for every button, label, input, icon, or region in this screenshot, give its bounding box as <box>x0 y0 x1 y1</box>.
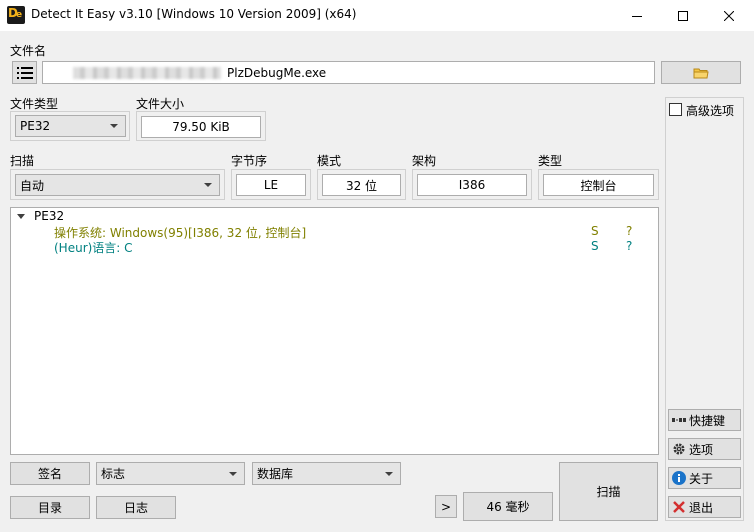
shortcuts-button[interactable]: 快捷键 <box>668 409 741 431</box>
app-logo: De <box>7 6 25 24</box>
result-row-os-info[interactable]: ? <box>626 224 632 238</box>
chevron-down-icon <box>110 124 118 128</box>
arch-field: I386 <box>417 174 527 196</box>
options-button[interactable]: 选项 <box>668 438 741 460</box>
file-path-input[interactable]: PlzDebugMe.exe <box>42 61 655 84</box>
scan-mode-value: 自动 <box>20 178 45 193</box>
shortcuts-label: 快捷键 <box>689 413 726 428</box>
title-bar: De Detect It Easy v3.10 [Windows 10 Vers… <box>0 0 754 31</box>
about-button[interactable]: 关于 <box>668 467 741 489</box>
chevron-down-icon <box>229 471 237 476</box>
advanced-label: 高级选项 <box>686 104 735 118</box>
file-size-field: 79.50 KiB <box>141 116 261 138</box>
file-path-text: PlzDebugMe.exe <box>227 65 327 80</box>
close-button[interactable] <box>706 0 752 31</box>
mode-label: 模式 <box>317 154 342 168</box>
minimize-icon <box>632 15 642 17</box>
info-icon <box>672 471 686 485</box>
tree-root-label: PE32 <box>34 209 65 223</box>
flags-select[interactable]: 标志 <box>96 462 245 485</box>
arch-label: 架构 <box>412 154 437 168</box>
mode-field: 32 位 <box>322 174 401 196</box>
scan-label: 扫描 <box>10 154 35 168</box>
type-label: 类型 <box>538 154 563 168</box>
expand-arrow-icon[interactable] <box>17 213 25 219</box>
recent-files-button[interactable] <box>12 61 37 84</box>
tree-root-item[interactable]: PE32 <box>17 209 64 223</box>
chevron-down-icon <box>204 183 212 187</box>
result-row-lang-flag[interactable]: S <box>591 239 599 253</box>
file-type-value: PE32 <box>20 119 51 133</box>
exit-label: 退出 <box>689 500 714 515</box>
more-button[interactable]: > <box>435 495 457 518</box>
exit-button[interactable]: 退出 <box>668 496 741 518</box>
scan-mode-select[interactable]: 自动 <box>15 174 220 196</box>
advanced-checkbox[interactable] <box>669 103 682 116</box>
file-type-label: 文件类型 <box>10 97 59 111</box>
shortcut-icon <box>672 413 686 427</box>
open-file-button[interactable] <box>661 61 741 84</box>
result-row-lang-info[interactable]: ? <box>626 239 632 253</box>
chevron-down-icon <box>385 471 393 476</box>
maximize-button[interactable] <box>660 0 706 31</box>
list-icon <box>16 66 33 79</box>
database-value: 数据库 <box>257 467 294 481</box>
minimize-button[interactable] <box>614 0 660 31</box>
file-size-label: 文件大小 <box>136 97 185 111</box>
folder-icon <box>693 68 709 78</box>
about-label: 关于 <box>689 471 714 486</box>
flags-value: 标志 <box>101 467 126 481</box>
endianness-field: LE <box>236 174 306 196</box>
result-row-lang[interactable]: (Heur)语言: C <box>54 239 133 256</box>
options-label: 选项 <box>689 442 714 457</box>
scan-time-button[interactable]: 46 毫秒 <box>463 492 553 521</box>
maximize-icon <box>678 10 688 21</box>
file-type-select[interactable]: PE32 <box>15 115 126 137</box>
redacted-path <box>73 66 221 79</box>
results-tree[interactable]: PE32 操作系统: Windows(95)[I386, 32 位, 控制台] … <box>10 207 659 455</box>
scan-button[interactable]: 扫描 <box>559 462 658 521</box>
gear-icon <box>672 442 686 456</box>
endianness-label: 字节序 <box>231 154 268 168</box>
directory-button[interactable]: 目录 <box>10 496 90 519</box>
file-name-label: 文件名 <box>10 44 47 58</box>
database-select[interactable]: 数据库 <box>252 462 401 485</box>
log-button[interactable]: 日志 <box>96 496 176 519</box>
signature-button[interactable]: 签名 <box>10 462 90 485</box>
window-title: Detect It Easy v3.10 [Windows 10 Version… <box>31 7 357 21</box>
close-icon <box>724 10 734 21</box>
result-row-os-flag[interactable]: S <box>591 224 599 238</box>
exit-x-icon <box>672 500 686 514</box>
type-field: 控制台 <box>543 174 654 196</box>
